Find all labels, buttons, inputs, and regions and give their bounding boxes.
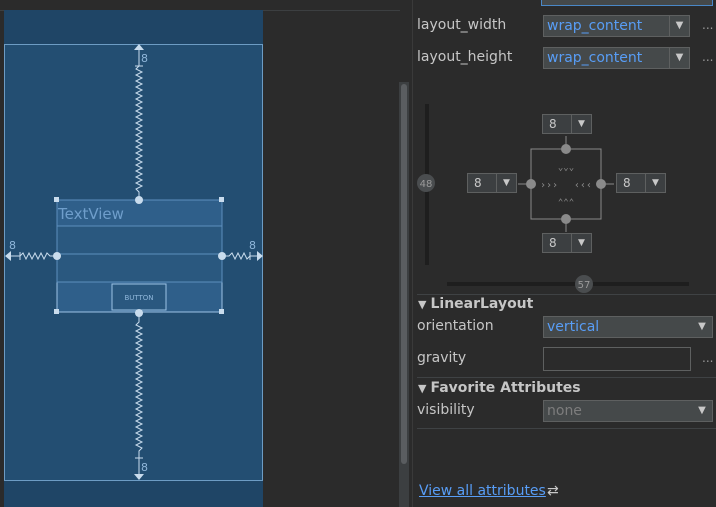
right-arrow-icon xyxy=(257,251,263,261)
left-margin-label: 8 xyxy=(9,239,16,252)
gravity-label: gravity xyxy=(417,350,467,366)
canvas-overlay: TextView BUTTON 8 8 8 8 xyxy=(5,44,263,480)
right-constraint-spring[interactable] xyxy=(222,251,251,261)
top-constraint-spring[interactable] xyxy=(134,65,144,200)
visibility-label: visibility xyxy=(417,402,475,418)
chevron-down-icon: ▼ xyxy=(571,115,591,133)
chevron-down-icon: ▼ xyxy=(571,234,591,252)
right-margin-dropdown[interactable]: 8 ▼ xyxy=(616,173,666,193)
section-divider xyxy=(417,294,716,295)
section-divider xyxy=(417,428,716,429)
chevron-down-icon: ▼ xyxy=(698,321,706,332)
top-arrow-icon xyxy=(134,44,144,50)
design-canvas[interactable]: TextView BUTTON 8 8 8 8 xyxy=(0,0,409,507)
top-wrap-chevrons-icon[interactable]: ⌄⌄⌄ xyxy=(558,163,574,173)
swap-arrows-icon[interactable]: ⇄ xyxy=(547,483,559,499)
right-margin-label: 8 xyxy=(249,239,256,252)
chevron-down-icon: ▼ xyxy=(496,174,516,192)
bottom-arrow-icon xyxy=(134,474,144,480)
top-constraint-dot[interactable] xyxy=(561,144,571,154)
visibility-value: none xyxy=(547,403,582,419)
chevron-down-icon: ▼ xyxy=(645,174,665,192)
bottom-wrap-chevrons-icon[interactable]: ⌃⌃⌃ xyxy=(558,198,574,208)
left-constraint-dot[interactable] xyxy=(526,179,536,189)
right-constraint-dot[interactable] xyxy=(596,179,606,189)
layout-row-1 xyxy=(56,225,223,255)
layout-row-2 xyxy=(56,253,223,283)
gravity-field[interactable] xyxy=(543,347,691,371)
left-anchor-handle[interactable] xyxy=(53,252,61,260)
top-anchor-handle[interactable] xyxy=(135,196,143,204)
section-divider xyxy=(417,377,716,378)
favorite-attributes-section-header[interactable]: ▼ Favorite Attributes xyxy=(418,380,581,396)
visibility-dropdown[interactable]: none ▼ xyxy=(543,400,713,422)
left-constraint-spring[interactable] xyxy=(19,251,57,261)
gravity-more-button[interactable]: ... xyxy=(702,351,713,365)
top-margin-value: 8 xyxy=(549,117,557,131)
collapse-triangle-icon: ▼ xyxy=(418,298,427,311)
right-wrap-chevrons-icon[interactable]: ‹‹‹ xyxy=(574,180,592,191)
textview-label: TextView xyxy=(57,205,124,223)
chevron-down-icon: ▼ xyxy=(698,405,706,416)
left-wrap-chevrons-icon[interactable]: ››› xyxy=(540,180,558,191)
linearlayout-section-header[interactable]: ▼ LinearLayout xyxy=(418,296,533,312)
bottom-margin-dropdown[interactable]: 8 ▼ xyxy=(542,233,592,253)
collapse-triangle-icon: ▼ xyxy=(418,382,427,395)
right-margin-value: 8 xyxy=(623,176,631,190)
orientation-label: orientation xyxy=(417,318,494,334)
bottom-constraint-dot[interactable] xyxy=(561,214,571,224)
orientation-dropdown[interactable]: vertical ▼ xyxy=(543,316,713,338)
bottom-constraint-spring[interactable] xyxy=(134,313,144,458)
favorite-attributes-section-title: Favorite Attributes xyxy=(430,380,581,396)
horizontal-bias-value: 57 xyxy=(578,280,591,291)
top-margin-label: 8 xyxy=(141,52,148,65)
orientation-value: vertical xyxy=(547,319,600,335)
vertical-bias-value: 48 xyxy=(420,179,433,190)
linearlayout-section-title: LinearLayout xyxy=(430,296,534,312)
view-all-attributes-link[interactable]: View all attributes xyxy=(419,483,546,499)
left-arrow-icon xyxy=(5,251,11,261)
button-label: BUTTON xyxy=(124,294,153,302)
canvas-scrollbar-thumb[interactable] xyxy=(401,84,407,464)
bottom-margin-label: 8 xyxy=(141,461,148,474)
left-margin-dropdown[interactable]: 8 ▼ xyxy=(467,173,517,193)
top-margin-dropdown[interactable]: 8 ▼ xyxy=(542,114,592,134)
constraint-widget: 48 57 ⌄⌄⌄ ⌃⌃⌃ ››› ‹‹‹ xyxy=(417,104,689,293)
left-margin-value: 8 xyxy=(474,176,482,190)
bottom-margin-value: 8 xyxy=(549,236,557,250)
attributes-panel: layout_width wrap_content ▼ ... layout_h… xyxy=(413,0,716,507)
